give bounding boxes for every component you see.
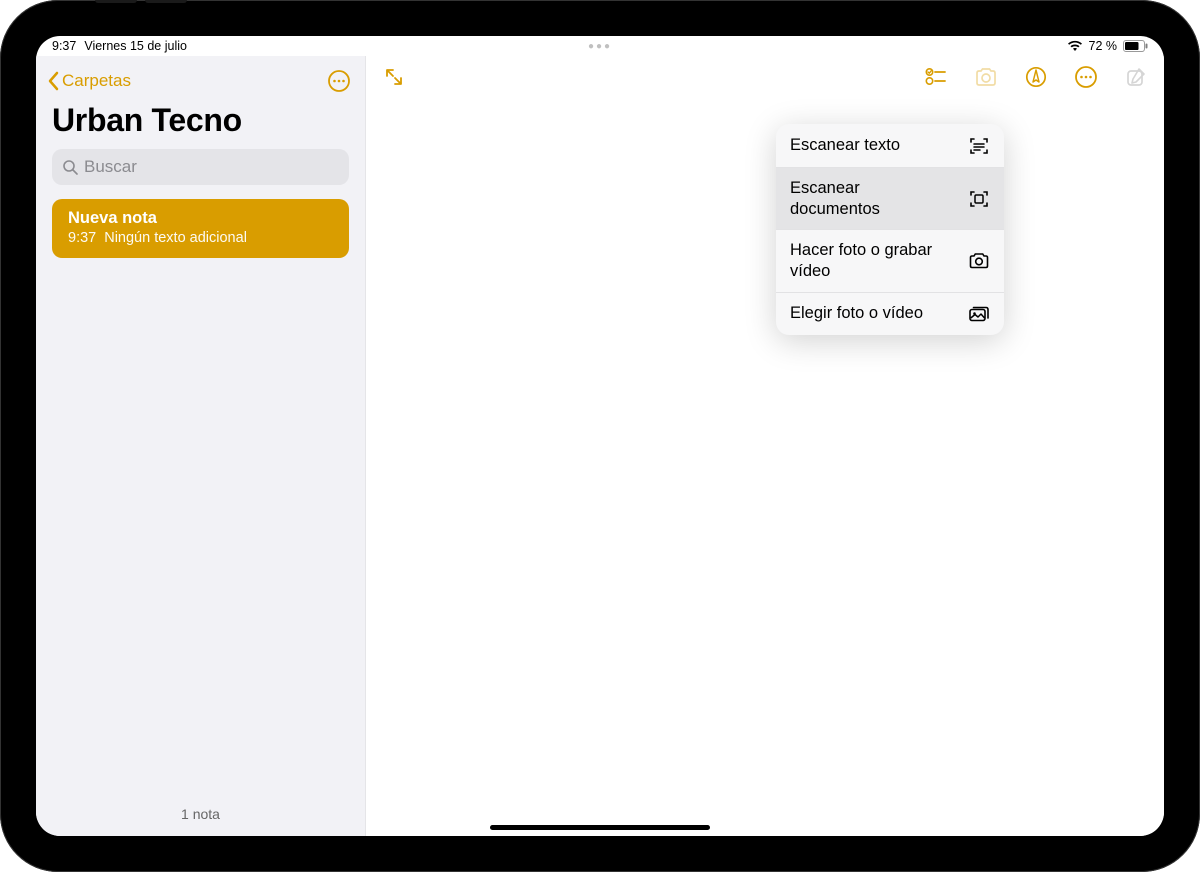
screen: 9:37 Viernes 15 de julio ●●● 72 % [36,36,1164,836]
search-field[interactable] [52,149,349,185]
back-label: Carpetas [62,71,131,91]
wifi-icon [1067,40,1083,52]
search-icon [62,159,78,175]
checklist-icon [925,67,947,87]
markup-button[interactable] [1022,63,1050,91]
camera-icon [968,252,990,270]
status-time: 9:37 [52,39,76,53]
status-bar: 9:37 Viernes 15 de julio ●●● 72 % [36,36,1164,56]
status-date: Viernes 15 de julio [84,39,187,53]
note-title: Nueva nota [68,209,333,228]
battery-percent: 72 % [1089,39,1118,53]
volume-down-button [145,0,187,3]
notes-sidebar: Carpetas Urban Tecno Nueva no [36,56,366,836]
photo-library-icon [968,305,990,323]
search-input[interactable] [84,157,339,177]
expand-sidebar-button[interactable] [380,63,408,91]
menu-choose-photo-video[interactable]: Elegir foto o vídeo [776,292,1004,335]
compose-button[interactable] [1122,63,1150,91]
sidebar-footer-count: 1 nota [36,792,365,836]
camera-icon [974,67,998,87]
camera-menu-popover: Escanear texto Escanear documentos Hacer… [776,124,1004,335]
ipad-device-frame: 9:37 Viernes 15 de julio ●●● 72 % [0,0,1200,872]
expand-icon [384,67,404,87]
editor-more-button[interactable] [1072,63,1100,91]
ellipsis-circle-icon [327,69,351,93]
menu-take-photo-video[interactable]: Hacer foto o grabar vídeo [776,229,1004,291]
camera-button[interactable] [972,63,1000,91]
multitask-dots[interactable]: ●●● [588,41,612,52]
checklist-button[interactable] [922,63,950,91]
scan-text-icon [968,136,990,156]
sidebar-more-button[interactable] [325,67,353,95]
markup-icon [1025,66,1047,88]
note-time: 9:37 [68,230,96,246]
compose-icon [1125,66,1147,88]
back-to-folders-button[interactable]: Carpetas [48,71,131,91]
note-preview: Ningún texto adicional [104,230,247,246]
home-indicator[interactable] [490,825,710,830]
menu-scan-documents[interactable]: Escanear documentos [776,167,1004,229]
ellipsis-circle-icon [1074,65,1098,89]
battery-icon [1123,40,1148,52]
note-editor[interactable]: Escanear texto Escanear documentos Hacer… [366,56,1164,836]
scan-doc-icon [968,189,990,209]
editor-toolbar [366,56,1164,98]
note-list-item[interactable]: Nueva nota 9:37 Ningún texto adicional [52,199,349,258]
folder-title: Urban Tecno [52,102,349,139]
volume-up-button [95,0,137,3]
menu-scan-text[interactable]: Escanear texto [776,124,1004,167]
